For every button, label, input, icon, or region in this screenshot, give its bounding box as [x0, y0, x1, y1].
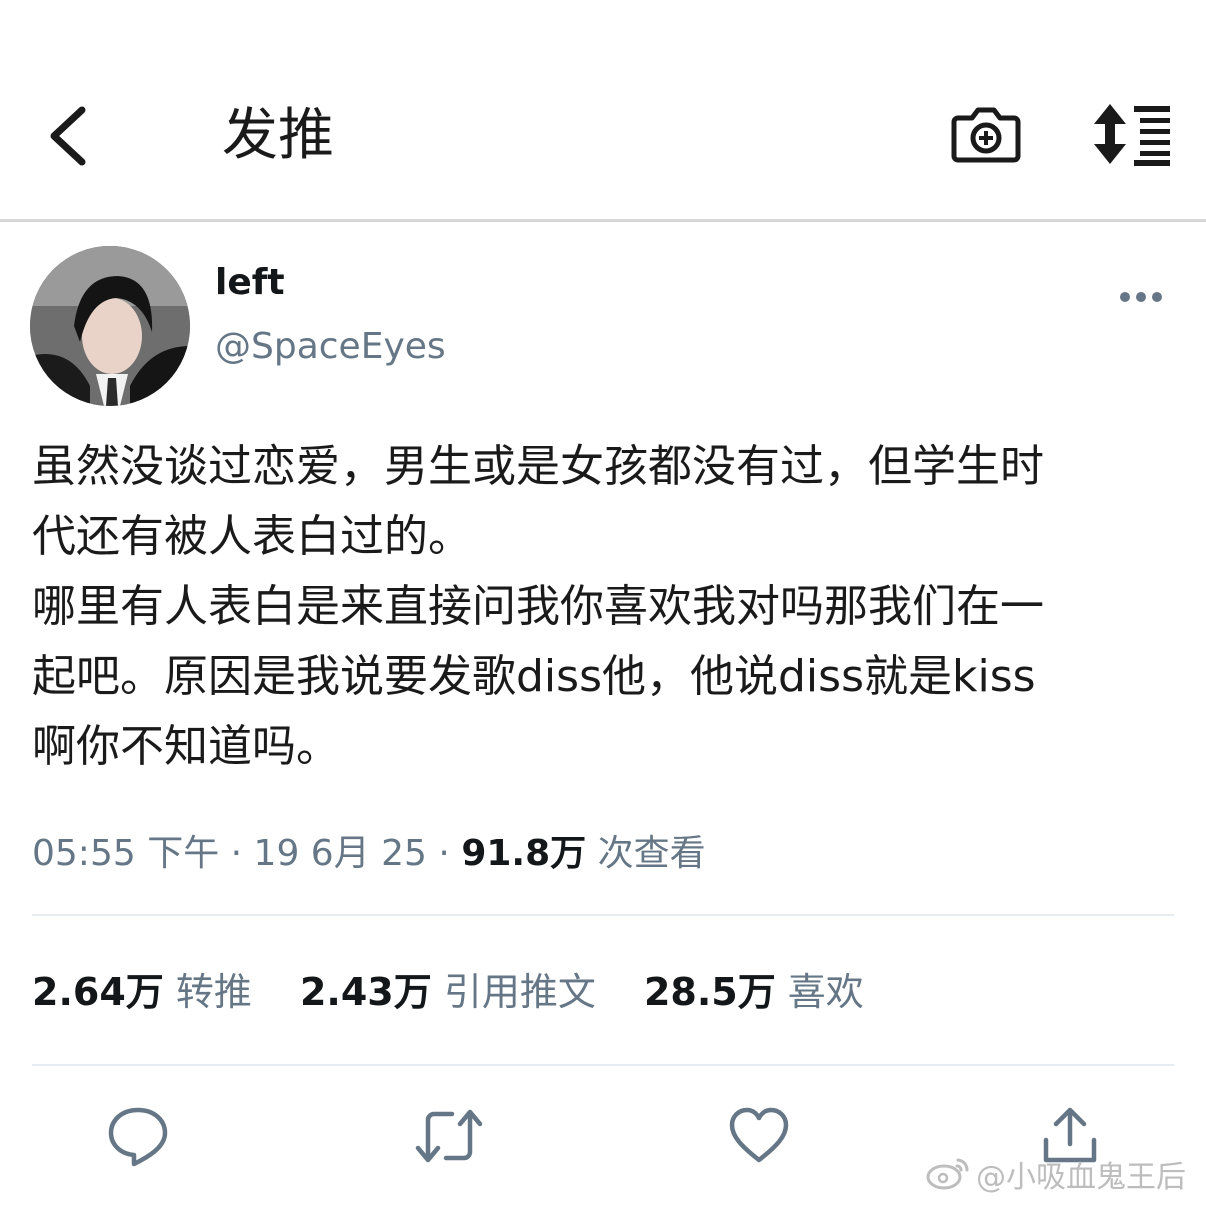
- sort-arrows-list-icon[interactable]: [1092, 102, 1172, 166]
- retweets-count: 2.64万: [32, 970, 164, 1014]
- likes-count: 28.5万: [643, 970, 776, 1014]
- tweet-time: 05:55 下午: [32, 833, 220, 874]
- separator-dot: ·: [438, 833, 462, 874]
- back-chevron-icon[interactable]: [40, 100, 100, 172]
- tweet-line: 哪里有人表白是来直接问我你喜欢我对吗那我们在一: [32, 581, 1044, 632]
- retweet-icon[interactable]: [414, 1104, 483, 1168]
- top-bar: 发推: [0, 0, 1206, 222]
- tweet-text: 虽然没谈过恋爱，男生或是女孩都没有过，但学生时 代还有被人表白过的。 哪里有人表…: [32, 432, 1182, 782]
- page-title: 发推: [222, 103, 334, 168]
- engagement-stats: 2.64万 转推 2.43万 引用推文 28.5万 喜欢: [32, 962, 900, 1022]
- divider: [32, 1064, 1174, 1066]
- tweet-date: 19 6月 25: [253, 833, 427, 874]
- tweet-line: 虽然没谈过恋爱，男生或是女孩都没有过，但学生时: [32, 441, 1044, 492]
- weibo-logo-icon: [926, 1156, 970, 1201]
- tweet-line: 啊你不知道吗。: [32, 721, 340, 772]
- tweet-line: 代还有被人表白过的。: [32, 511, 472, 562]
- views-count: 91.8万: [461, 833, 587, 874]
- watermark: @小吸血鬼王后: [926, 1156, 1186, 1201]
- watermark-text: @小吸血鬼王后: [976, 1160, 1186, 1195]
- quotes-stat[interactable]: 2.43万 引用推文: [300, 970, 608, 1014]
- retweets-label: 转推: [175, 970, 252, 1014]
- reply-bubble-icon[interactable]: [106, 1104, 170, 1168]
- quotes-label: 引用推文: [443, 970, 596, 1014]
- divider: [32, 914, 1174, 916]
- quotes-count: 2.43万: [299, 970, 432, 1014]
- views-label: 次查看: [597, 833, 706, 874]
- user-handle[interactable]: @SpaceEyes: [215, 324, 446, 370]
- add-photo-camera-icon[interactable]: [950, 98, 1022, 170]
- tweet-line: 起吧。原因是我说要发歌diss他，他说diss就是kiss: [32, 651, 1036, 702]
- display-name[interactable]: left: [215, 260, 285, 306]
- retweets-stat[interactable]: 2.64万 转推: [32, 970, 264, 1014]
- likes-stat[interactable]: 28.5万 喜欢: [644, 970, 864, 1014]
- separator-dot: ·: [230, 833, 254, 874]
- avatar[interactable]: [30, 246, 190, 406]
- more-dots-icon[interactable]: [1118, 282, 1164, 312]
- tweet-meta: 05:55 下午 · 19 6月 25 · 91.8万 次查看: [32, 826, 706, 882]
- heart-icon[interactable]: [727, 1104, 791, 1168]
- likes-label: 喜欢: [787, 970, 864, 1014]
